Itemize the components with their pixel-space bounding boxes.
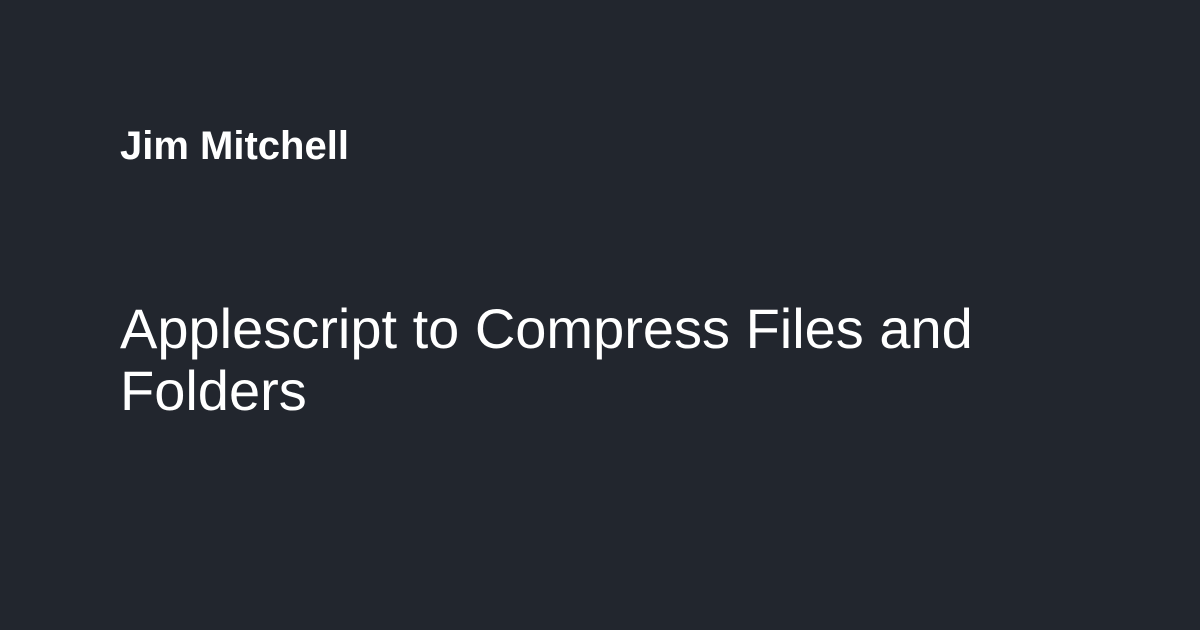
author-name: Jim Mitchell [120, 124, 349, 168]
social-card: Jim Mitchell Applescript to Compress Fil… [0, 0, 1200, 630]
post-title: Applescript to Compress Files and Folder… [120, 297, 973, 422]
